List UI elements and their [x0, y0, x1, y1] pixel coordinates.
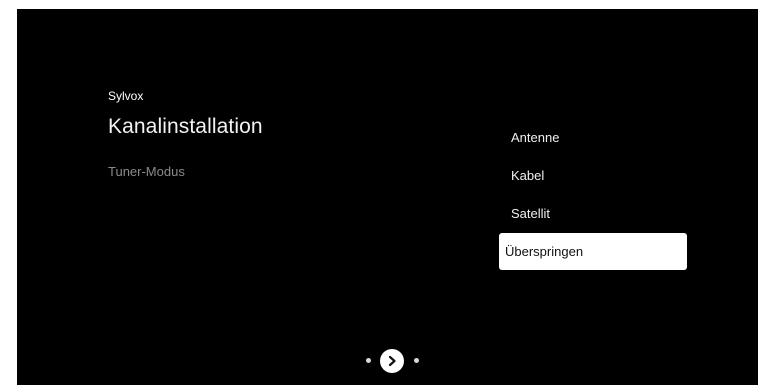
option-kabel[interactable]: Kabel	[499, 157, 687, 194]
chevron-right-icon	[388, 355, 396, 367]
next-button[interactable]	[380, 349, 404, 373]
tuner-mode-options: Antenne Kabel Satellit Überspringen	[499, 119, 687, 271]
page-title: Kanalinstallation	[108, 115, 263, 138]
pager-dot-next	[414, 358, 419, 363]
option-ueberspringen[interactable]: Überspringen	[499, 233, 687, 270]
option-antenne[interactable]: Antenne	[499, 119, 687, 156]
page-subtitle: Tuner-Modus	[108, 164, 185, 179]
option-satellit[interactable]: Satellit	[499, 195, 687, 232]
brand-label: Sylvox	[108, 89, 144, 103]
tv-screen: Sylvox Kanalinstallation Tuner-Modus Ant…	[17, 9, 758, 385]
pager	[357, 347, 447, 373]
pager-dot-previous	[366, 358, 371, 363]
